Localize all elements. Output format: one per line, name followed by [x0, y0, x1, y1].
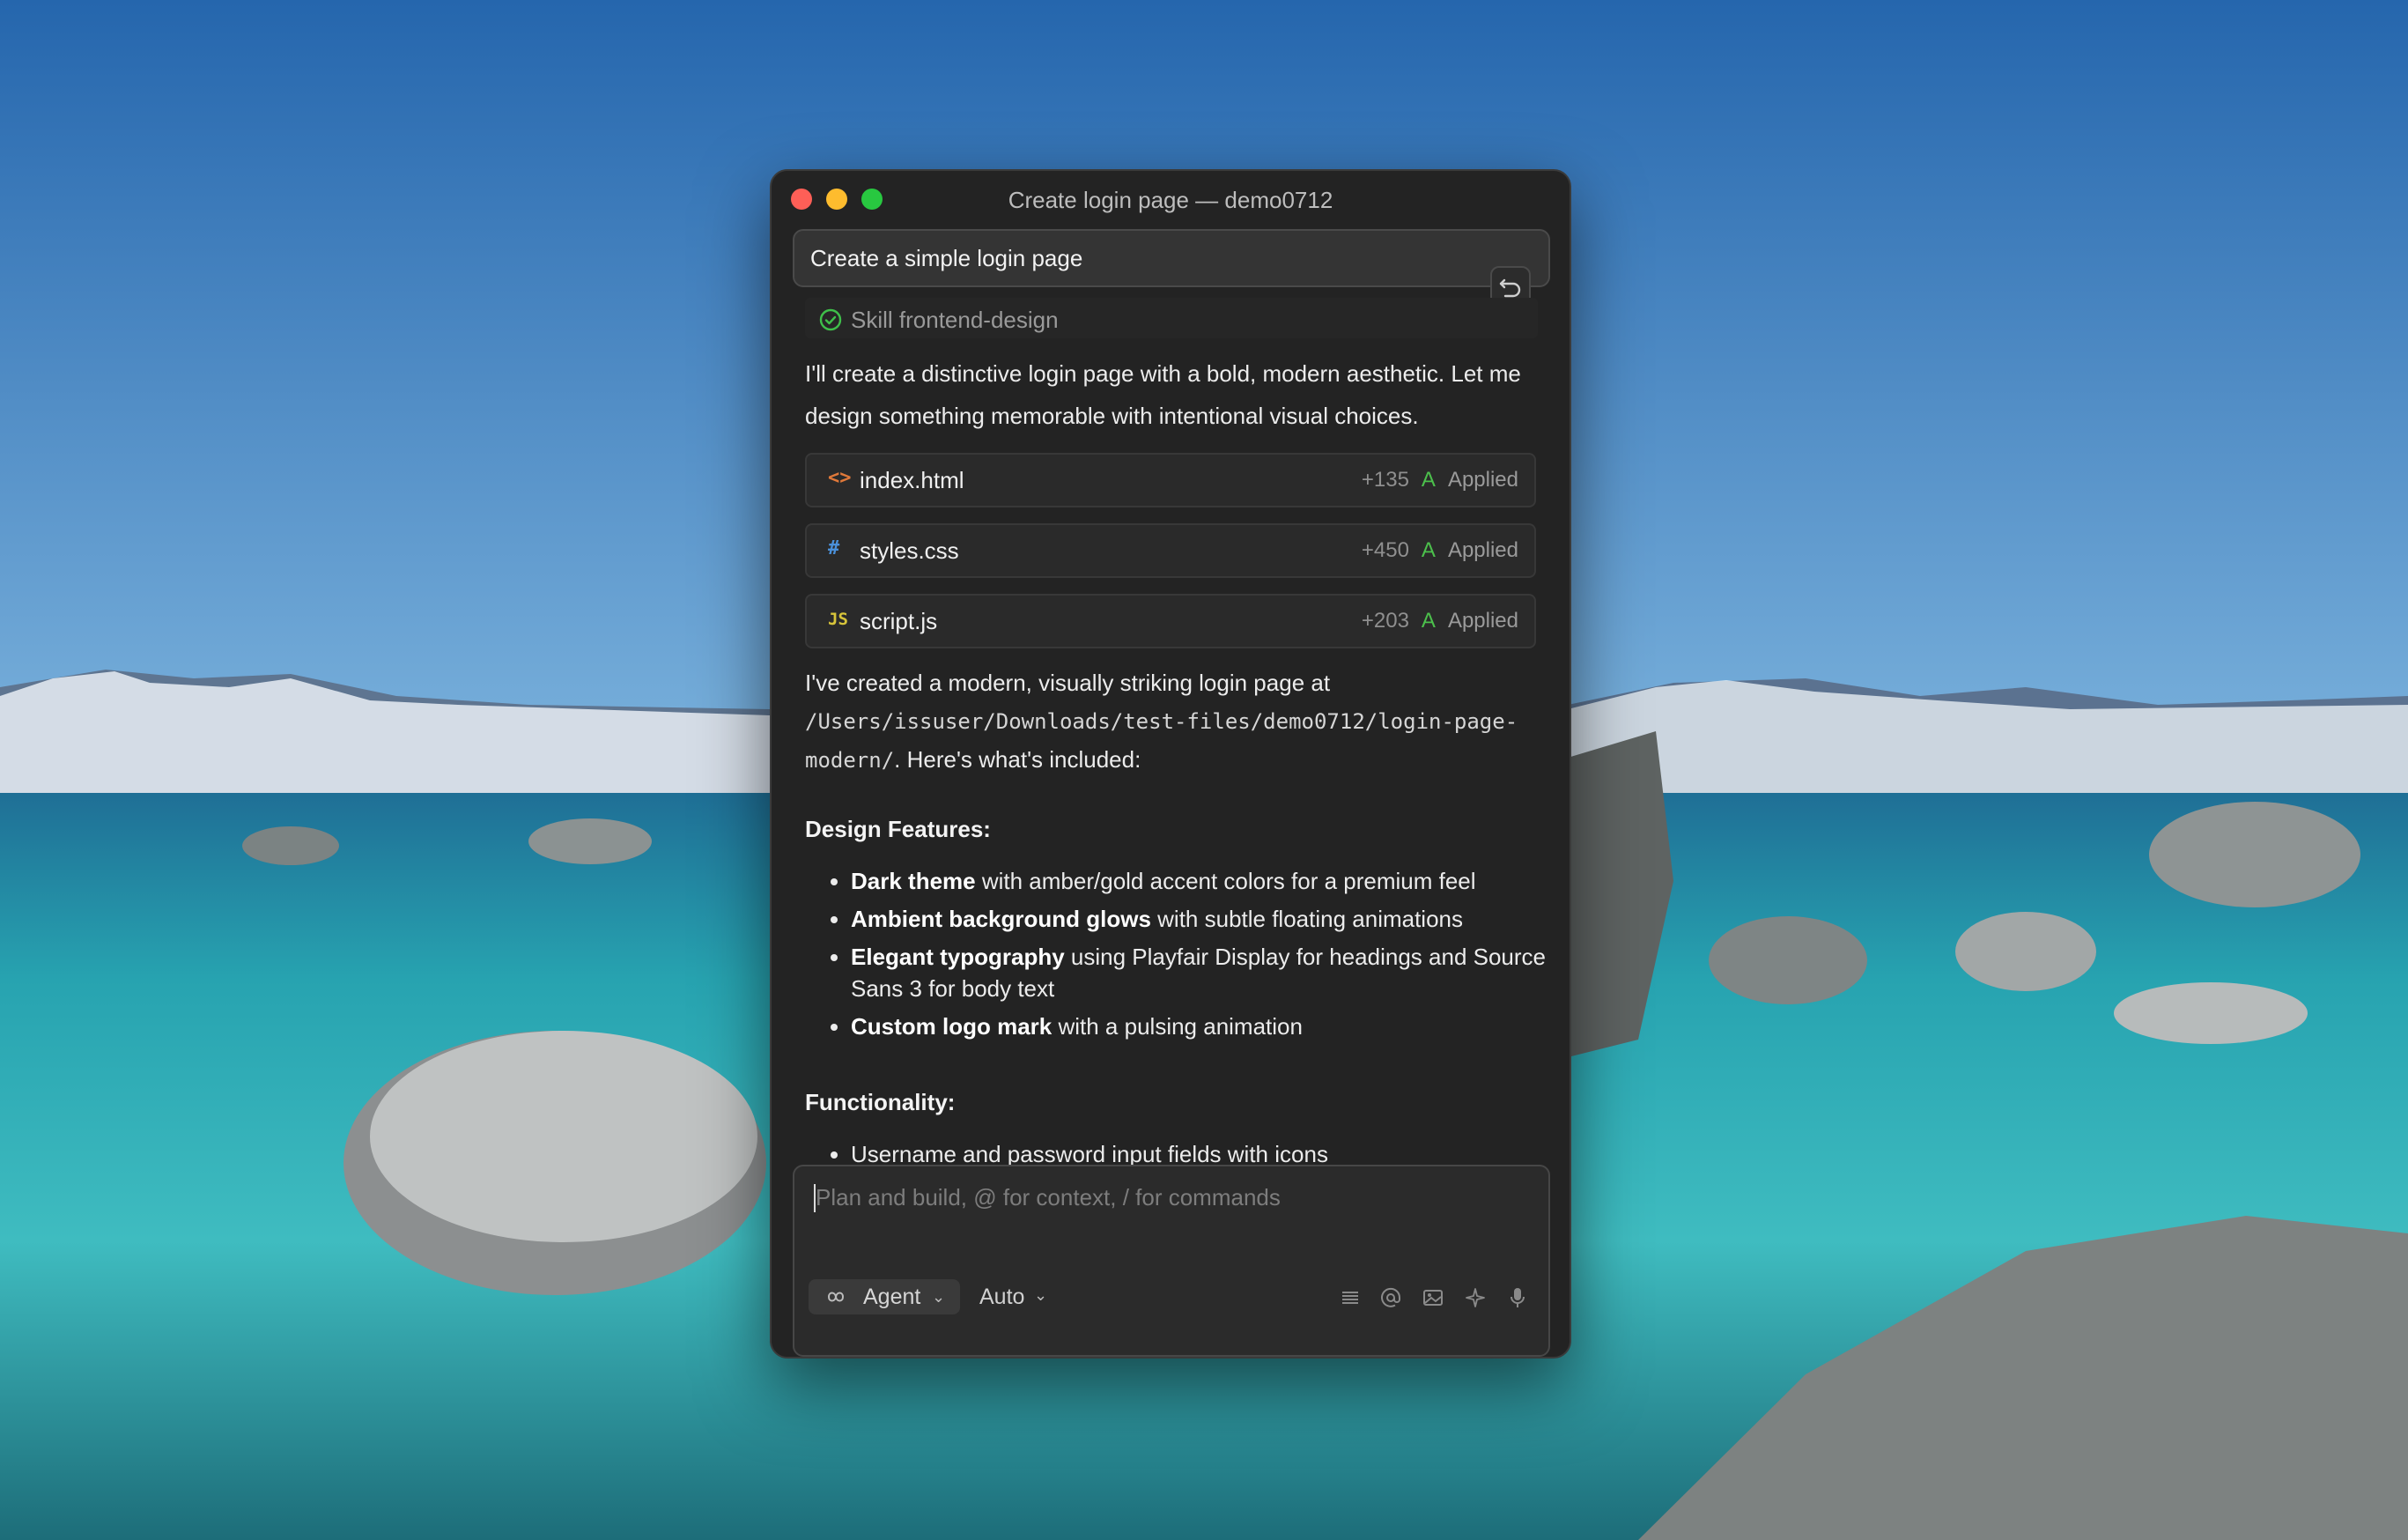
- file-additions: +203: [1361, 609, 1409, 633]
- file-status: A: [1421, 609, 1436, 633]
- assistant-summary: I've created a modern, visually striking…: [805, 664, 1536, 780]
- agent-mode-label: Agent: [863, 1285, 921, 1309]
- composer[interactable]: Plan and build, @ for context, / for com…: [793, 1165, 1550, 1357]
- file-name: script.js: [860, 608, 938, 634]
- user-prompt-text: Create a simple login page: [810, 245, 1083, 271]
- file-change-row[interactable]: <> index.html +135 A Applied: [805, 453, 1536, 507]
- file-status: A: [1421, 538, 1436, 562]
- file-name: styles.css: [860, 537, 959, 564]
- list-item: Ambient background glows with subtle flo…: [851, 903, 1547, 935]
- chevron-down-icon: ⌄: [1034, 1286, 1048, 1304]
- file-name: index.html: [860, 467, 964, 493]
- design-features-heading: Design Features:: [805, 816, 991, 842]
- list-item: Elegant typography using Playfair Displa…: [851, 941, 1547, 1004]
- skill-label: Skill frontend-design: [851, 307, 1059, 333]
- title-bar: Create login page — demo0712: [772, 171, 1570, 226]
- microphone-icon[interactable]: [1506, 1286, 1529, 1309]
- html-file-icon: <>: [828, 467, 852, 489]
- summary-suffix: . Here's what's included:: [894, 746, 1141, 773]
- image-icon[interactable]: [1422, 1286, 1444, 1309]
- file-additions: +135: [1361, 468, 1409, 492]
- summary-prefix: I've created a modern, visually striking…: [805, 670, 1331, 696]
- app-window: Create login page — demo0712 Create a si…: [770, 169, 1571, 1359]
- window-title: Create login page — demo0712: [1008, 187, 1333, 213]
- composer-placeholder[interactable]: Plan and build, @ for context, / for com…: [816, 1184, 1281, 1211]
- list-icon[interactable]: [1339, 1286, 1362, 1309]
- model-label: Auto: [979, 1285, 1025, 1309]
- check-circle-icon: [819, 308, 842, 331]
- list-item: Dark theme with amber/gold accent colors…: [851, 865, 1547, 897]
- chevron-down-icon: ⌄: [932, 1288, 946, 1306]
- file-meta: +450 A Applied: [1362, 538, 1518, 563]
- file-additions: +450: [1361, 538, 1409, 562]
- js-file-icon: JS: [828, 610, 848, 629]
- file-state: Applied: [1447, 609, 1518, 633]
- file-meta: +203 A Applied: [1362, 609, 1518, 633]
- file-state: Applied: [1447, 468, 1518, 492]
- file-change-row[interactable]: JS script.js +203 A Applied: [805, 594, 1536, 648]
- css-file-icon: #: [828, 537, 840, 559]
- agent-mode-dropdown[interactable]: Agent ⌄: [809, 1279, 960, 1314]
- file-change-row[interactable]: # styles.css +450 A Applied: [805, 523, 1536, 578]
- user-prompt[interactable]: Create a simple login page: [793, 229, 1550, 287]
- skill-indicator: Skill frontend-design: [805, 298, 1538, 338]
- at-icon[interactable]: [1379, 1286, 1402, 1309]
- infinity-icon: [827, 1292, 845, 1302]
- file-state: Applied: [1447, 538, 1518, 562]
- design-features-list: Dark theme with amber/gold accent colors…: [805, 865, 1547, 1048]
- sparkle-icon[interactable]: [1464, 1286, 1487, 1309]
- functionality-heading: Functionality:: [805, 1089, 956, 1115]
- file-status: A: [1421, 468, 1436, 492]
- file-meta: +135 A Applied: [1362, 468, 1518, 492]
- assistant-intro: I'll create a distinctive login page wit…: [805, 360, 1521, 429]
- list-item: Custom logo mark with a pulsing animatio…: [851, 1011, 1547, 1042]
